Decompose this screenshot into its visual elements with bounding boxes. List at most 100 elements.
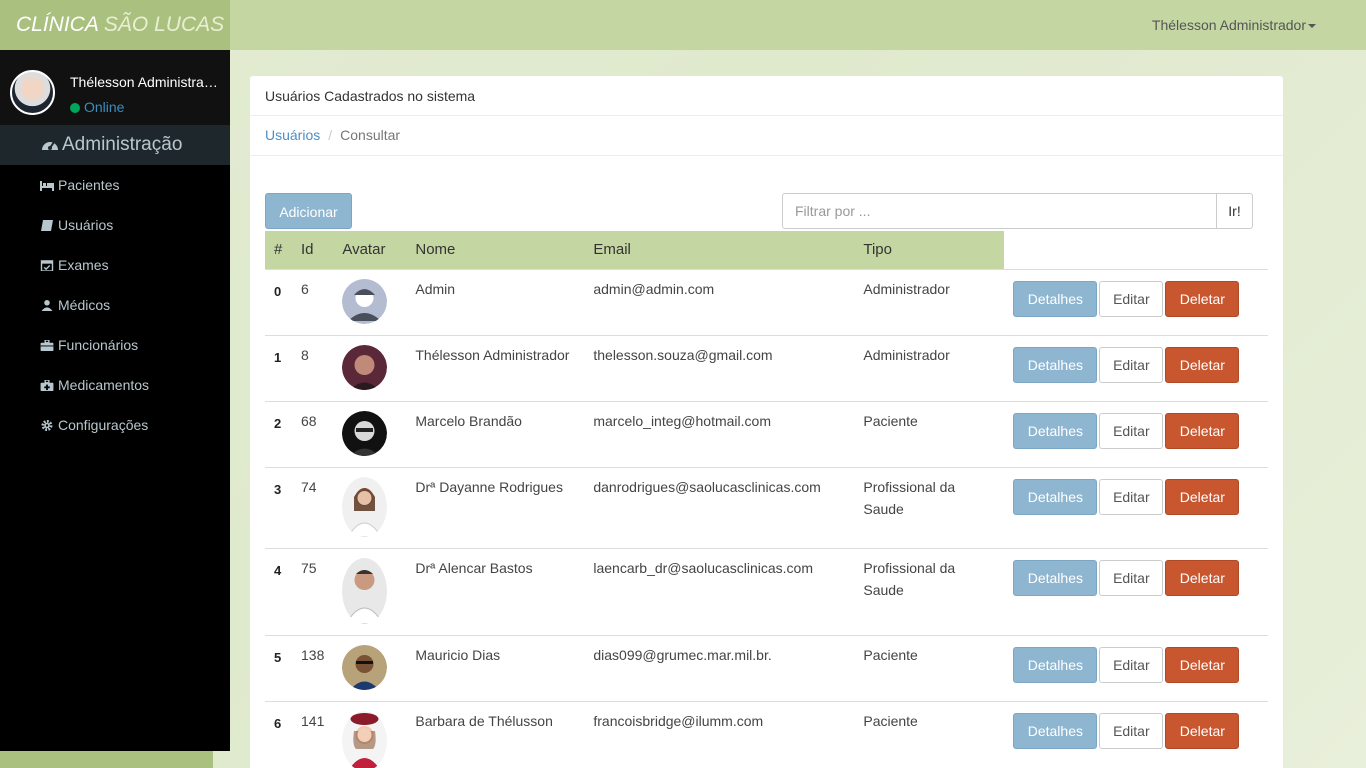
- row-index: 5: [265, 634, 292, 701]
- table-header-row: # Id Avatar Nome Email Tipo: [265, 231, 1268, 269]
- edit-button[interactable]: Editar: [1099, 559, 1164, 596]
- top-navbar: CLÍNICA SÃO LUCAS Thélesson Administrado…: [0, 0, 1366, 50]
- add-button[interactable]: Adicionar: [265, 193, 352, 229]
- breadcrumb-link-usuarios[interactable]: Usuários: [265, 127, 320, 143]
- delete-button[interactable]: Deletar: [1165, 280, 1240, 317]
- table-row: 2 68 Marcelo Brandão marcelo_integ@hotma…: [265, 400, 1268, 467]
- row-email: admin@admin.com: [584, 268, 855, 335]
- edit-button[interactable]: Editar: [1099, 646, 1164, 683]
- users-panel: Usuários Cadastrados no sistema Usuários…: [250, 76, 1283, 768]
- col-header-tipo: Tipo: [854, 231, 1005, 269]
- row-avatar-cell: [333, 400, 407, 467]
- table-row: 0 6 Admin admin@admin.com Administrador …: [265, 268, 1268, 335]
- go-button[interactable]: Ir!: [1216, 193, 1253, 229]
- sidebar-item-medicamentos[interactable]: Medicamentos: [0, 365, 230, 405]
- user-dropdown[interactable]: Thélesson Administrador: [1152, 0, 1316, 50]
- row-name: Barbara de Thélusson: [406, 700, 585, 768]
- edit-button[interactable]: Editar: [1099, 478, 1164, 515]
- online-dot-icon: [70, 103, 80, 113]
- doctor-icon: [41, 300, 53, 311]
- sidebar-item-pacientes[interactable]: Pacientes: [0, 165, 230, 205]
- row-avatar-cell: [333, 634, 407, 701]
- row-name-text: Mauricio Dias: [415, 646, 501, 663]
- status-online: Online: [70, 99, 124, 115]
- row-index: 0: [265, 268, 292, 335]
- row-id: 138: [292, 634, 334, 701]
- row-actions: Detalhes Editar Deletar: [1004, 268, 1268, 335]
- row-name-text: Drª Alencar Bastos: [415, 559, 533, 576]
- delete-button[interactable]: Deletar: [1165, 412, 1240, 449]
- delete-button[interactable]: Deletar: [1165, 646, 1240, 683]
- briefcase-icon: [40, 340, 54, 351]
- row-tipo: Profissional da Saude: [854, 466, 1005, 548]
- caret-down-icon: [1308, 24, 1316, 29]
- row-name: Marcelo Brandão: [406, 400, 585, 467]
- sidebar-item-exames[interactable]: Exames: [0, 245, 230, 285]
- avatar: [10, 70, 55, 115]
- row-id: 74: [292, 466, 334, 548]
- edit-button[interactable]: Editar: [1099, 412, 1164, 449]
- breadcrumb: Usuários / Consultar: [250, 116, 1283, 156]
- col-header-id: Id: [292, 231, 334, 269]
- delete-button[interactable]: Deletar: [1165, 346, 1240, 383]
- row-tipo: Administrador: [854, 268, 1005, 335]
- sidebar-item-usuarios[interactable]: Usuários: [0, 205, 230, 245]
- details-button[interactable]: Detalhes: [1013, 280, 1098, 317]
- sidebar: Thélesson Administrador Online Administr…: [0, 50, 230, 751]
- filter-input[interactable]: Filtrar por ...: [782, 193, 1217, 229]
- sidebar-header-label: Administração: [62, 134, 183, 155]
- table-row: 1 8 Thélesson Administrador thelesson.so…: [265, 334, 1268, 401]
- table-row: 3 74 Drª Dayanne Rodrigues danrodrigues@…: [265, 466, 1268, 548]
- breadcrumb-separator: /: [328, 127, 333, 143]
- sidebar-header-administracao[interactable]: Administração: [0, 125, 230, 165]
- table-row: 5 138 Mauricio Dias dias099@grumec.mar.m…: [265, 634, 1268, 701]
- sidebar-item-funcionarios[interactable]: Funcionários: [0, 325, 230, 365]
- medkit-icon: [40, 380, 54, 391]
- row-name: Mauricio Dias: [406, 634, 585, 701]
- details-button[interactable]: Detalhes: [1013, 646, 1098, 683]
- col-header-index: #: [265, 231, 292, 269]
- sidebar-item-configuracoes[interactable]: Configurações: [0, 405, 230, 445]
- row-name: Drª Dayanne Rodrigues: [406, 466, 585, 548]
- avatar: [342, 278, 388, 324]
- details-button[interactable]: Detalhes: [1013, 412, 1098, 449]
- row-actions: Detalhes Editar Deletar: [1004, 466, 1268, 548]
- row-actions: Detalhes Editar Deletar: [1004, 400, 1268, 467]
- details-button[interactable]: Detalhes: [1013, 559, 1098, 596]
- row-name-text: Admin: [415, 280, 456, 297]
- sidebar-item-label: Usuários: [58, 217, 114, 233]
- table-row: 4 75 Drª Alencar Bastos laencarb_dr@saol…: [265, 547, 1268, 635]
- row-email: danrodrigues@saolucasclinicas.com: [584, 466, 855, 548]
- row-id: 68: [292, 400, 334, 467]
- row-email: marcelo_integ@hotmail.com: [584, 400, 855, 467]
- row-name-text: Drª Dayanne Rodrigues: [415, 478, 563, 495]
- panel-title: Usuários Cadastrados no sistema: [250, 76, 1283, 116]
- details-button[interactable]: Detalhes: [1013, 478, 1098, 515]
- avatar: [342, 476, 388, 537]
- row-avatar-cell: [333, 466, 407, 548]
- row-email: thelesson.souza@gmail.com: [584, 334, 855, 401]
- bed-icon: [40, 181, 54, 191]
- avatar: [342, 557, 388, 624]
- sidebar-item-medicos[interactable]: Médicos: [0, 285, 230, 325]
- brand-logo[interactable]: CLÍNICA SÃO LUCAS: [0, 0, 230, 50]
- edit-button[interactable]: Editar: [1099, 712, 1164, 749]
- dashboard-icon: [42, 141, 58, 150]
- row-name-text: Barbara de Thélusson: [415, 712, 553, 729]
- edit-button[interactable]: Editar: [1099, 280, 1164, 317]
- profile-name: Thélesson Administrador: [70, 74, 220, 90]
- edit-button[interactable]: Editar: [1099, 346, 1164, 383]
- row-actions: Detalhes Editar Deletar: [1004, 700, 1268, 768]
- row-tipo: Paciente: [854, 400, 1005, 467]
- delete-button[interactable]: Deletar: [1165, 478, 1240, 515]
- row-index: 2: [265, 400, 292, 467]
- row-name-text: Marcelo Brandão: [415, 412, 522, 429]
- status-label: Online: [84, 99, 125, 115]
- delete-button[interactable]: Deletar: [1165, 559, 1240, 596]
- row-index: 3: [265, 466, 292, 548]
- row-id: 141: [292, 700, 334, 768]
- sidebar-item-label: Funcionários: [58, 337, 139, 353]
- delete-button[interactable]: Deletar: [1165, 712, 1240, 749]
- details-button[interactable]: Detalhes: [1013, 712, 1098, 749]
- details-button[interactable]: Detalhes: [1013, 346, 1098, 383]
